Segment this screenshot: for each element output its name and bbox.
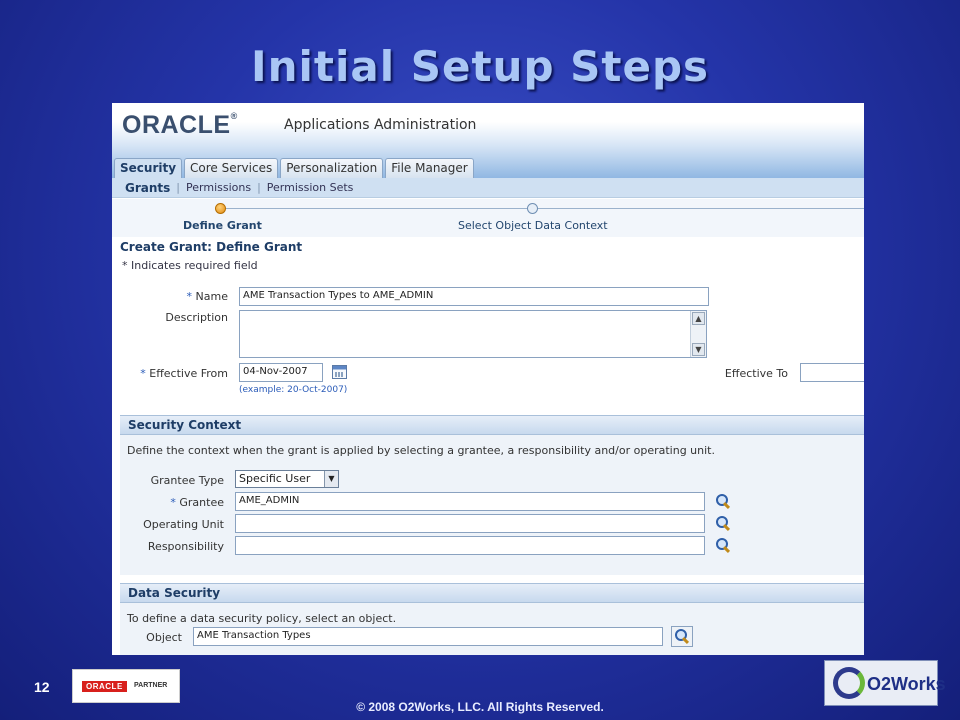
subtab-permission-sets[interactable]: Permission Sets [261, 181, 360, 194]
grantee-type-value: Specific User [239, 472, 311, 485]
object-search-button[interactable] [671, 626, 693, 647]
train-step-next-icon[interactable] [527, 203, 538, 214]
train-step-current-icon [215, 203, 226, 214]
data-security-description: To define a data security policy, select… [127, 612, 397, 625]
grantee-input[interactable]: AME_ADMIN [235, 492, 705, 511]
calendar-icon[interactable] [332, 365, 347, 379]
o2works-logo-icon [833, 667, 865, 699]
description-label: Description [165, 311, 228, 324]
copyright-notice: © 2008 O2Works, LLC. All Rights Reserved… [356, 700, 604, 714]
o2works-logo: O2Works [824, 660, 946, 706]
scroll-up-icon[interactable]: ▲ [692, 312, 705, 325]
grantee-label: * Grantee [170, 496, 224, 509]
subtab-permissions[interactable]: Permissions [180, 181, 257, 194]
operating-unit-input[interactable] [235, 514, 705, 533]
tab-file-manager[interactable]: File Manager [385, 158, 474, 179]
tab-personalization[interactable]: Personalization [280, 158, 384, 179]
grantee-search-icon[interactable] [715, 493, 731, 509]
grantee-type-label: Grantee Type [150, 474, 224, 487]
oracle-partner-logo: ORACLE PARTNER [72, 669, 180, 703]
responsibility-search-icon[interactable] [715, 537, 731, 553]
effective-from-hint: (example: 20-Oct-2007) [239, 385, 348, 395]
description-textarea[interactable]: ▲ ▼ [239, 310, 707, 358]
security-context-title: Security Context [120, 416, 864, 435]
object-search-icon [674, 628, 690, 644]
description-scrollbar[interactable]: ▲ ▼ [690, 311, 706, 357]
data-security-title: Data Security [120, 584, 864, 603]
tab-core-services[interactable]: Core Services [184, 158, 279, 179]
scroll-down-icon[interactable]: ▼ [692, 343, 705, 356]
page-heading: Create Grant: Define Grant [120, 240, 303, 254]
responsibility-label: Responsibility [147, 540, 224, 553]
security-context-description: Define the context when the grant is app… [127, 444, 715, 457]
train-step-define-grant: Define Grant [183, 219, 262, 232]
effective-to-label: Effective To [724, 367, 788, 380]
slide-number: 12 [34, 679, 50, 695]
main-tabs: Security Core Services Personalization F… [114, 158, 474, 179]
oracle-screenshot: ORACLE® Applications Administration Secu… [112, 103, 864, 655]
operating-unit-label: Operating Unit [143, 518, 224, 531]
application-title: Applications Administration [284, 117, 477, 133]
data-security-section: Data Security To define a data security … [120, 583, 864, 655]
partner-logo-label: PARTNER [134, 682, 168, 689]
required-field-note: * Indicates required field [122, 259, 258, 272]
object-input[interactable]: AME Transaction Types [193, 627, 663, 646]
responsibility-input[interactable] [235, 536, 705, 555]
name-input[interactable]: AME Transaction Types to AME_ADMIN [239, 287, 709, 306]
o2works-logo-text: O2Works [867, 674, 946, 694]
slide-title: Initial Setup Steps [250, 42, 710, 91]
object-label: Object [146, 631, 182, 644]
name-label: * Name [186, 290, 228, 303]
security-context-section: Security Context Define the context when… [120, 415, 864, 575]
tab-security[interactable]: Security [114, 158, 183, 179]
partner-logo-mark: ORACLE [82, 681, 127, 692]
effective-from-input[interactable]: 04-Nov-2007 [239, 363, 323, 382]
process-train: Define Grant Select Object Data Context [112, 199, 864, 237]
operating-unit-search-icon[interactable] [715, 515, 731, 531]
sub-tabs: Grants | Permissions | Permission Sets [112, 178, 864, 198]
oracle-logo: ORACLE® [122, 111, 238, 139]
grantee-type-select[interactable]: Specific User ▼ [235, 470, 339, 488]
chevron-down-icon[interactable]: ▼ [324, 471, 338, 487]
effective-to-input[interactable] [800, 363, 864, 382]
train-line [220, 208, 864, 209]
subtab-grants[interactable]: Grants [119, 181, 176, 195]
effective-from-label: * Effective From [140, 367, 228, 380]
train-step-select-object[interactable]: Select Object Data Context [458, 219, 608, 232]
